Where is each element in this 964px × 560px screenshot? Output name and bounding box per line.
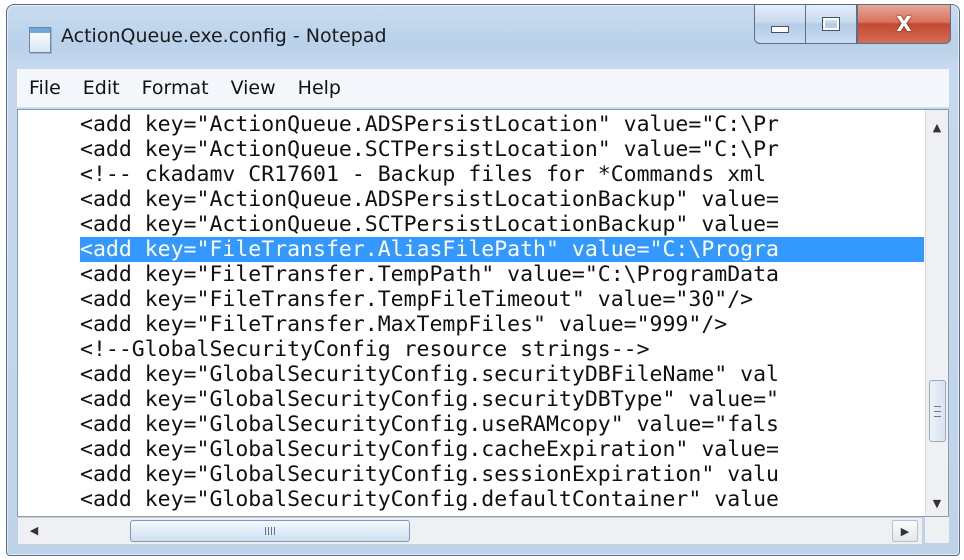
- close-button[interactable]: X: [857, 5, 951, 44]
- grip-icon: [265, 527, 275, 535]
- grip-icon: [934, 405, 941, 417]
- text-area[interactable]: <add key="ActionQueue.ADSPersistLocation…: [18, 110, 924, 516]
- minimize-button[interactable]: [754, 5, 805, 44]
- text-line[interactable]: <!--GlobalSecurityConfig resource string…: [80, 337, 924, 362]
- window-title: ActionQueue.exe.config - Notepad: [61, 25, 387, 47]
- text-line[interactable]: <add key="GlobalSecurityConfig.useRAMcop…: [80, 412, 924, 437]
- caption-buttons: X: [754, 5, 951, 45]
- editor[interactable]: <add key="ActionQueue.ADSPersistLocation…: [17, 109, 949, 517]
- menu-format-label: Format: [141, 77, 209, 99]
- text-line[interactable]: <!-- ckadamv CR17601 - Backup files for …: [80, 162, 924, 187]
- close-icon: X: [896, 12, 912, 36]
- text-line[interactable]: <add key="GlobalSecurityConfig.securityD…: [80, 362, 924, 387]
- text-line[interactable]: <add key="GlobalSecurityConfig.securityD…: [80, 387, 924, 412]
- text-line[interactable]: <add key="FileTransfer.MaxTempFiles" val…: [80, 312, 924, 337]
- scroll-left-button[interactable]: ◀: [22, 518, 46, 542]
- menu-format[interactable]: Format: [131, 69, 220, 107]
- menu-view-label: View: [230, 77, 276, 99]
- text-line[interactable]: <add key="FileTransfer.TempFileTimeout" …: [80, 287, 924, 312]
- size-grip[interactable]: [925, 517, 949, 543]
- scroll-right-button[interactable]: ▶: [892, 520, 918, 542]
- text-line[interactable]: <add key="GlobalSecurityConfig.defaultCo…: [80, 487, 924, 512]
- horizontal-scroll-thumb[interactable]: [130, 520, 410, 542]
- triangle-right-icon: ▶: [900, 524, 910, 538]
- horizontal-scrollbar[interactable]: ◀ ▶: [17, 517, 923, 545]
- triangle-up-icon: ▲: [932, 120, 942, 134]
- text-line[interactable]: <add key="FileTransfer.TempPath" value="…: [80, 262, 924, 287]
- menu-file-label: File: [29, 77, 61, 99]
- notepad-window: ActionQueue.exe.config - Notepad X File …: [6, 4, 960, 556]
- scroll-up-button[interactable]: ▲: [926, 116, 948, 138]
- vertical-scrollbar[interactable]: ▲ ▼: [925, 110, 948, 516]
- menu-view[interactable]: View: [220, 69, 287, 107]
- text-line[interactable]: <add key="ActionQueue.SCTPersistLocation…: [80, 212, 924, 237]
- menu-bar: File Edit Format View Help: [17, 69, 949, 108]
- text-line[interactable]: <add key="GlobalSecurityConfig.cacheExpi…: [80, 437, 924, 462]
- scroll-down-button[interactable]: ▼: [926, 492, 948, 514]
- menu-edit[interactable]: Edit: [72, 69, 131, 107]
- menu-help-label: Help: [297, 77, 341, 99]
- menu-edit-label: Edit: [82, 77, 120, 99]
- triangle-down-icon: ▼: [932, 496, 942, 510]
- maximize-icon: [822, 17, 840, 31]
- maximize-button[interactable]: [805, 5, 857, 44]
- minimize-icon: [771, 25, 789, 33]
- text-line[interactable]: <add key="ActionQueue.SCTPersistLocation…: [80, 137, 924, 162]
- selected-text-line[interactable]: <add key="FileTransfer.AliasFilePath" va…: [80, 237, 924, 262]
- text-line[interactable]: <add key="ActionQueue.ADSPersistLocation…: [80, 187, 924, 212]
- menu-file[interactable]: File: [17, 69, 72, 107]
- vertical-scroll-thumb[interactable]: [929, 380, 946, 442]
- title-bar[interactable]: ActionQueue.exe.config - Notepad X: [7, 5, 959, 63]
- triangle-left-icon: ◀: [29, 523, 39, 537]
- notepad-icon[interactable]: [29, 27, 51, 53]
- menu-help[interactable]: Help: [287, 69, 352, 107]
- text-line[interactable]: <add key="GlobalSecurityConfig.sessionEx…: [80, 462, 924, 487]
- text-line[interactable]: <add key="ActionQueue.ADSPersistLocation…: [80, 112, 924, 137]
